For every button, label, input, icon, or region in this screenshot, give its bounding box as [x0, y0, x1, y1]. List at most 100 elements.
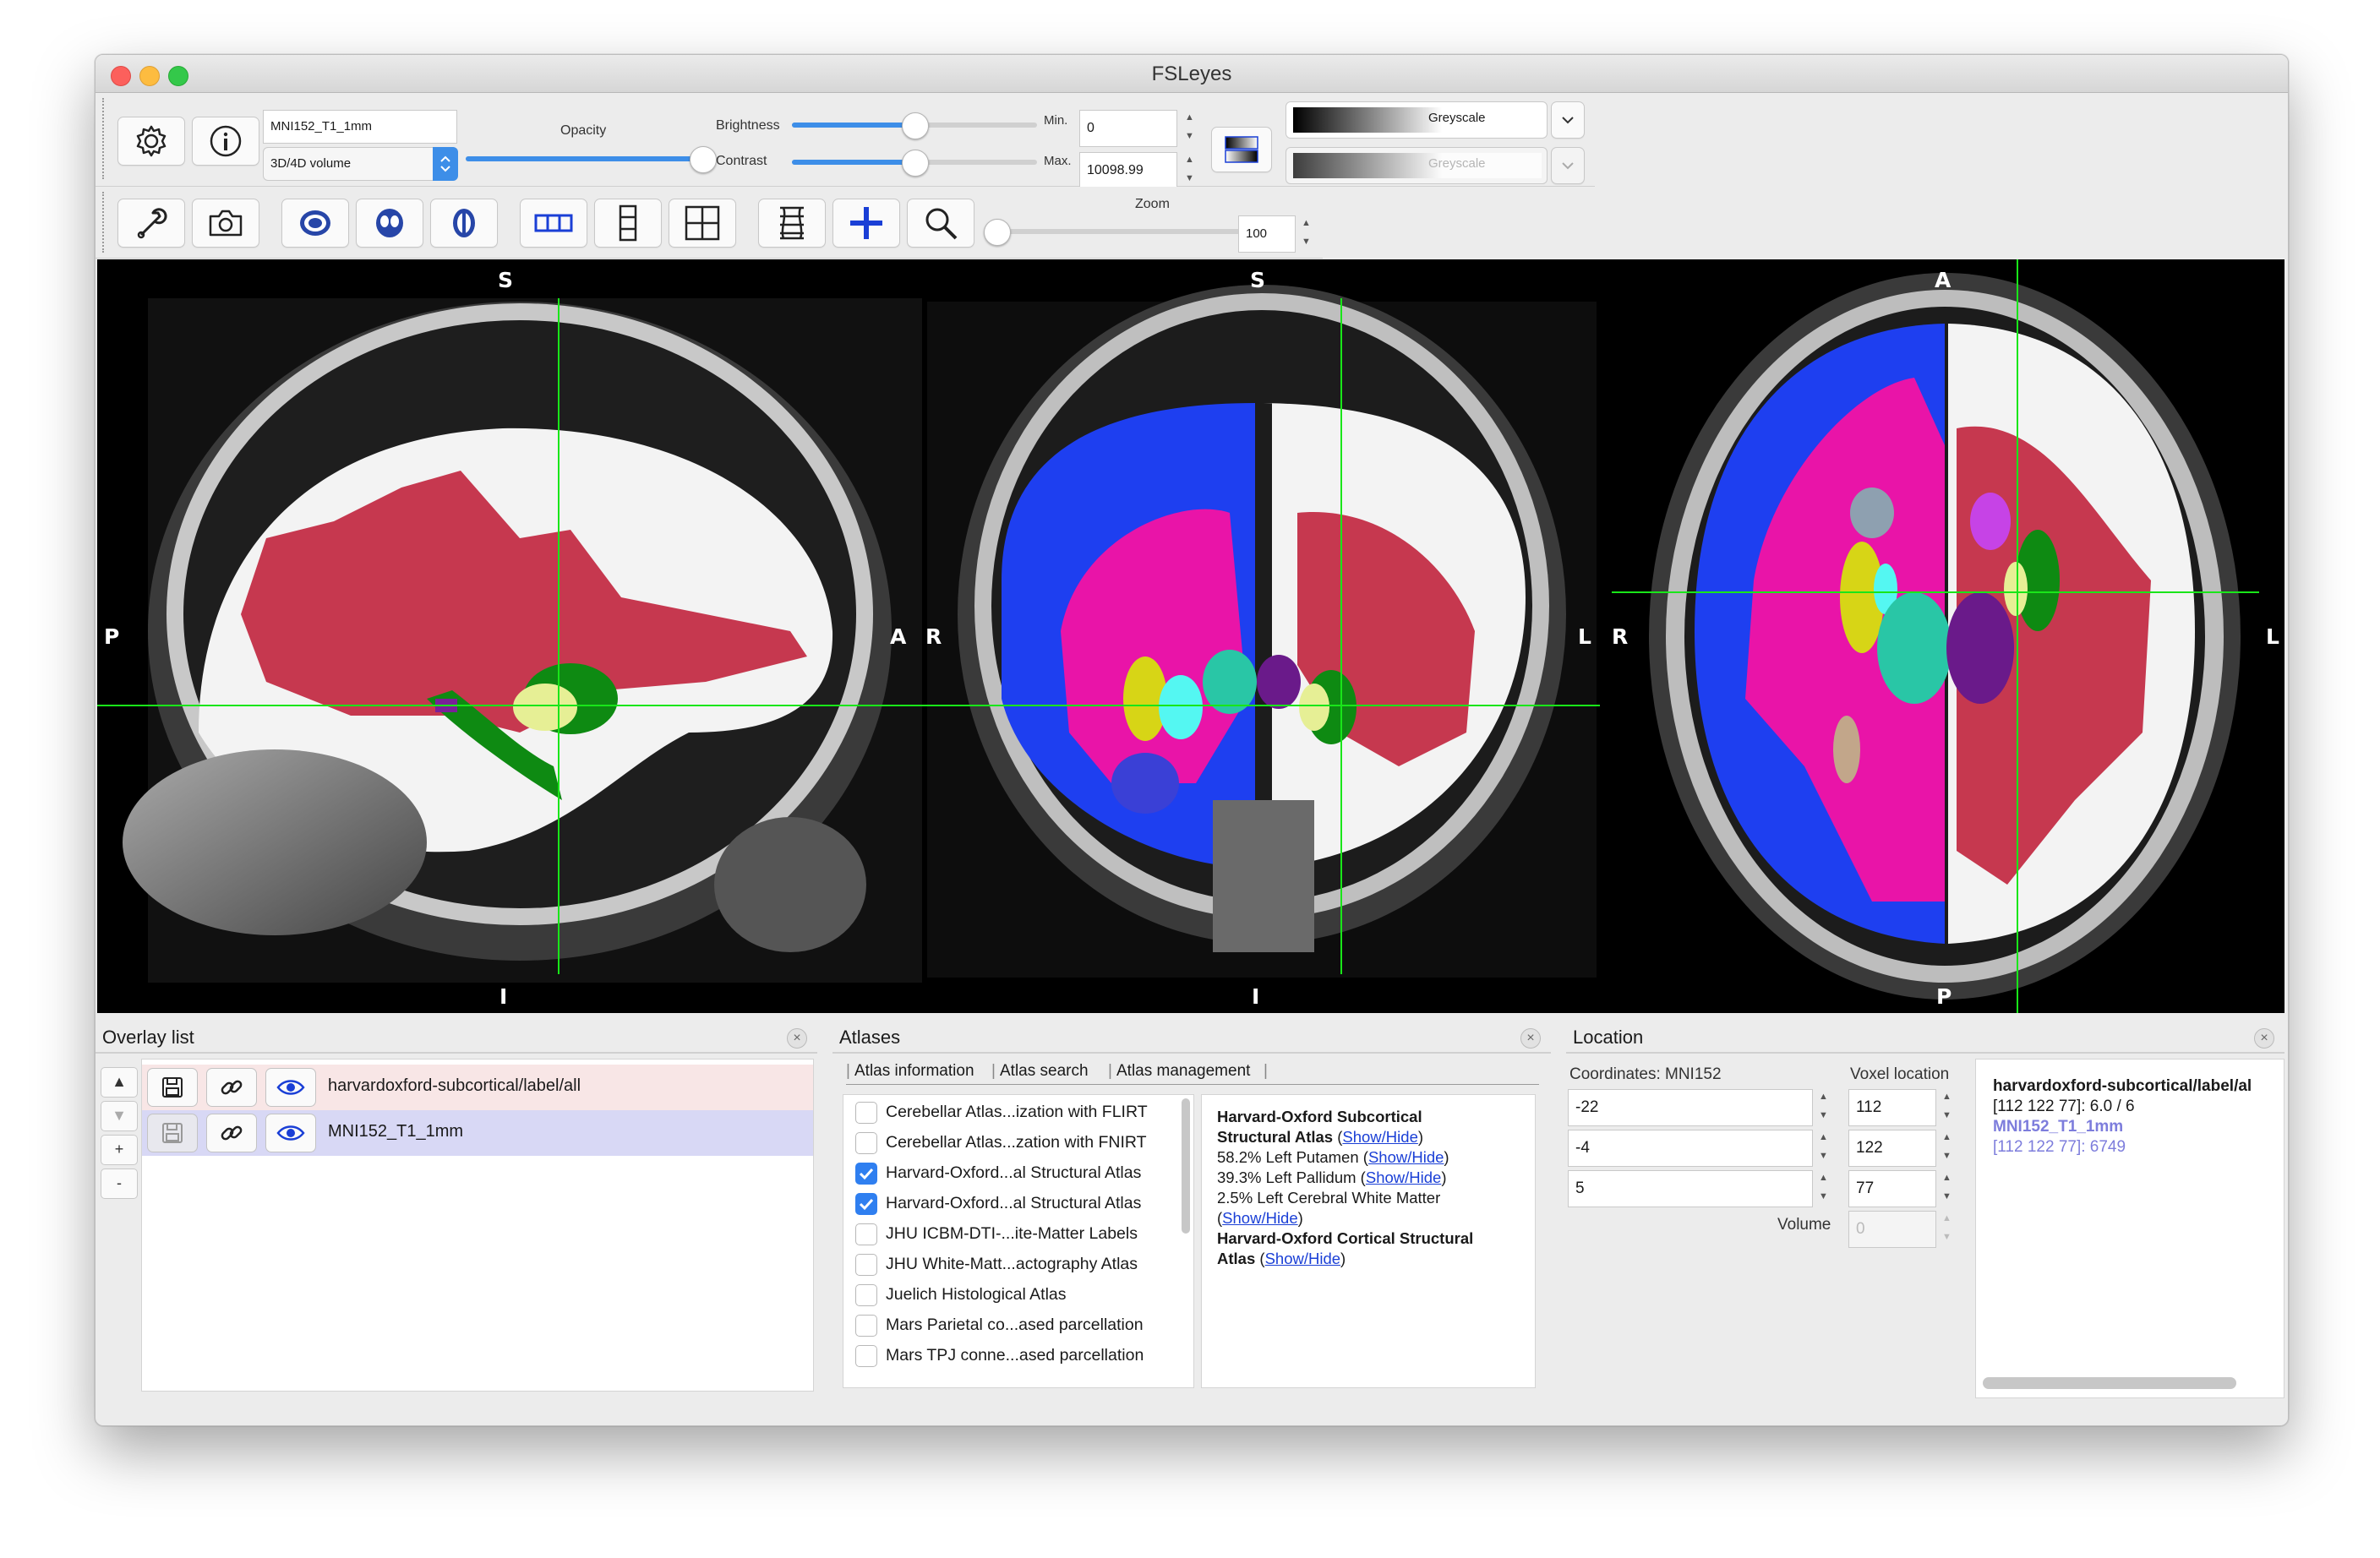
toolbar-grip[interactable]: [102, 98, 107, 179]
invert-colormap-button[interactable]: [1211, 127, 1272, 172]
opacity-slider-knob[interactable]: [690, 146, 717, 173]
vertical-layout-button[interactable]: [594, 199, 662, 248]
atlas-checkbox[interactable]: [855, 1132, 877, 1154]
atlas-list-item[interactable]: Juelich Histological Atlas: [843, 1281, 1182, 1310]
contrast-slider-knob[interactable]: [902, 150, 929, 177]
coord-z-field[interactable]: 5: [1568, 1170, 1813, 1207]
max-value-stepper[interactable]: ▲ ▼: [1182, 153, 1198, 188]
toolbar-grip-2[interactable]: [102, 192, 107, 253]
toggle-visibility-button[interactable]: [265, 1068, 316, 1107]
close-location-button[interactable]: ×: [2254, 1028, 2274, 1049]
move-down-button[interactable]: ▼: [101, 1101, 138, 1131]
atlas-list-item[interactable]: Harvard-Oxford...al Structural Atlas: [843, 1190, 1182, 1218]
overlay-row[interactable]: MNI152_T1_1mm: [142, 1110, 813, 1156]
toggle-sagittal-button[interactable]: [281, 199, 349, 248]
link-overlay-button[interactable]: [206, 1068, 257, 1107]
atlas-checkbox[interactable]: [855, 1345, 877, 1367]
atlas-checkbox[interactable]: [855, 1223, 877, 1245]
movie-mode-button[interactable]: [758, 199, 826, 248]
toggle-cursor-button[interactable]: [832, 199, 900, 248]
add-overlay-button[interactable]: +: [101, 1135, 138, 1165]
ortho-viewer[interactable]: S I P A S I R L A P R L: [97, 259, 2284, 1013]
zoom-slider-knob[interactable]: [984, 219, 1011, 246]
toggle-axial-button[interactable]: [430, 199, 498, 248]
overlay-name-field[interactable]: MNI152_T1_1mm: [263, 110, 457, 144]
atlas-checkbox[interactable]: [855, 1284, 877, 1306]
link-overlay-button[interactable]: [206, 1114, 257, 1152]
horizontal-layout-button[interactable]: [520, 199, 587, 248]
save-overlay-button[interactable]: [147, 1114, 198, 1152]
axial-view[interactable]: [1602, 259, 2284, 1013]
coronal-right-hippocampus: [1111, 753, 1179, 814]
voxel-x-field[interactable]: 112: [1848, 1089, 1936, 1126]
settings-button[interactable]: [117, 117, 185, 166]
overlay-row[interactable]: harvardoxford-subcortical/label/all: [142, 1065, 813, 1110]
max-value-field[interactable]: 10098.99: [1079, 152, 1177, 189]
atlas-list-label: Juelich Histological Atlas: [886, 1285, 1067, 1304]
zoom-value-field[interactable]: 100: [1238, 215, 1296, 253]
zoom-tool-button[interactable]: [907, 199, 974, 248]
atlas-list-label: Cerebellar Atlas...zation with FNIRT: [886, 1133, 1147, 1152]
overlay-type-select[interactable]: 3D/4D volume: [263, 147, 458, 181]
coord-x-stepper[interactable]: ▲ ▼: [1816, 1090, 1831, 1125]
atlas-checkbox[interactable]: [855, 1315, 877, 1337]
info-button[interactable]: [192, 117, 259, 166]
putamen-show-hide-link[interactable]: Show/Hide: [1368, 1148, 1444, 1166]
brightness-slider-knob[interactable]: [902, 112, 929, 139]
location-info-scrollbar[interactable]: [1983, 1377, 2236, 1389]
white-matter-show-hide-link[interactable]: Show/Hide: [1222, 1209, 1297, 1227]
view-settings-button[interactable]: [117, 199, 185, 248]
tab-atlas-information[interactable]: Atlas information: [854, 1062, 974, 1081]
save-overlay-button[interactable]: [147, 1068, 198, 1107]
min-value-stepper[interactable]: ▲ ▼: [1182, 111, 1198, 146]
min-value-field[interactable]: 0: [1079, 110, 1177, 147]
subcortical-show-hide-link[interactable]: Show/Hide: [1342, 1128, 1417, 1146]
colormap-select-1[interactable]: Greyscale: [1286, 101, 1548, 139]
voxel-y-stepper[interactable]: ▲ ▼: [1940, 1130, 1955, 1166]
atlas-list-item[interactable]: JHU ICBM-DTI-...ite-Matter Labels: [843, 1220, 1182, 1249]
atlas-checkbox[interactable]: [855, 1163, 877, 1185]
atlas-checkbox[interactable]: [855, 1193, 877, 1215]
tab-atlas-search[interactable]: Atlas search: [1000, 1062, 1089, 1081]
atlas-list-item[interactable]: Cerebellar Atlas...ization with FLIRT: [843, 1098, 1182, 1127]
colormap-select-2[interactable]: Greyscale: [1286, 147, 1548, 184]
screenshot-button[interactable]: [192, 199, 259, 248]
coronal-view[interactable]: [927, 285, 1597, 978]
colormap-2-dropdown[interactable]: [1551, 147, 1585, 184]
ortho-canvas[interactable]: [97, 259, 2284, 1013]
pallidum-show-hide-link[interactable]: Show/Hide: [1366, 1168, 1441, 1186]
voxel-z-field[interactable]: 77: [1848, 1170, 1936, 1207]
atlas-checkbox[interactable]: [855, 1102, 877, 1124]
zoom-stepper[interactable]: ▲ ▼: [1299, 216, 1314, 252]
voxel-z-stepper[interactable]: ▲ ▼: [1940, 1171, 1955, 1207]
tab-atlas-management[interactable]: Atlas management: [1116, 1062, 1250, 1081]
remove-overlay-button[interactable]: -: [101, 1168, 138, 1199]
coord-x-field[interactable]: -22: [1568, 1089, 1813, 1126]
volume-field[interactable]: 0: [1848, 1211, 1936, 1248]
close-overlay-list-button[interactable]: ×: [787, 1028, 807, 1049]
axial-right-hippocampus: [1833, 716, 1860, 783]
coord-y-stepper[interactable]: ▲ ▼: [1816, 1130, 1831, 1166]
coord-z-stepper[interactable]: ▲ ▼: [1816, 1171, 1831, 1207]
voxel-y-field[interactable]: 122: [1848, 1130, 1936, 1167]
colormap-1-dropdown[interactable]: [1551, 101, 1585, 139]
close-atlases-button[interactable]: ×: [1520, 1028, 1541, 1049]
atlas-list-item[interactable]: JHU White-Matt...actography Atlas: [843, 1250, 1182, 1279]
opacity-label: Opacity: [560, 123, 607, 138]
atlas-checkbox[interactable]: [855, 1254, 877, 1276]
volume-stepper[interactable]: ▲ ▼: [1940, 1212, 1955, 1247]
atlas-list-scrollbar[interactable]: [1182, 1098, 1190, 1234]
atlas-list-item[interactable]: Mars TPJ conne...ased parcellation: [843, 1342, 1182, 1370]
voxel-x-stepper[interactable]: ▲ ▼: [1940, 1090, 1955, 1125]
atlas-list-item[interactable]: Mars Parietal co...ased parcellation: [843, 1311, 1182, 1340]
atlas-list-item[interactable]: Harvard-Oxford...al Structural Atlas: [843, 1159, 1182, 1188]
toggle-coronal-button[interactable]: [356, 199, 423, 248]
move-up-button[interactable]: ▲: [101, 1067, 138, 1098]
sagittal-view[interactable]: [123, 298, 922, 983]
toggle-visibility-button[interactable]: [265, 1114, 316, 1152]
cortical-show-hide-link[interactable]: Show/Hide: [1265, 1250, 1340, 1267]
grid-layout-button[interactable]: [669, 199, 736, 248]
atlas-list-item[interactable]: Cerebellar Atlas...zation with FNIRT: [843, 1129, 1182, 1158]
coord-y-field[interactable]: -4: [1568, 1130, 1813, 1167]
axial-brain-icon: [453, 209, 475, 237]
